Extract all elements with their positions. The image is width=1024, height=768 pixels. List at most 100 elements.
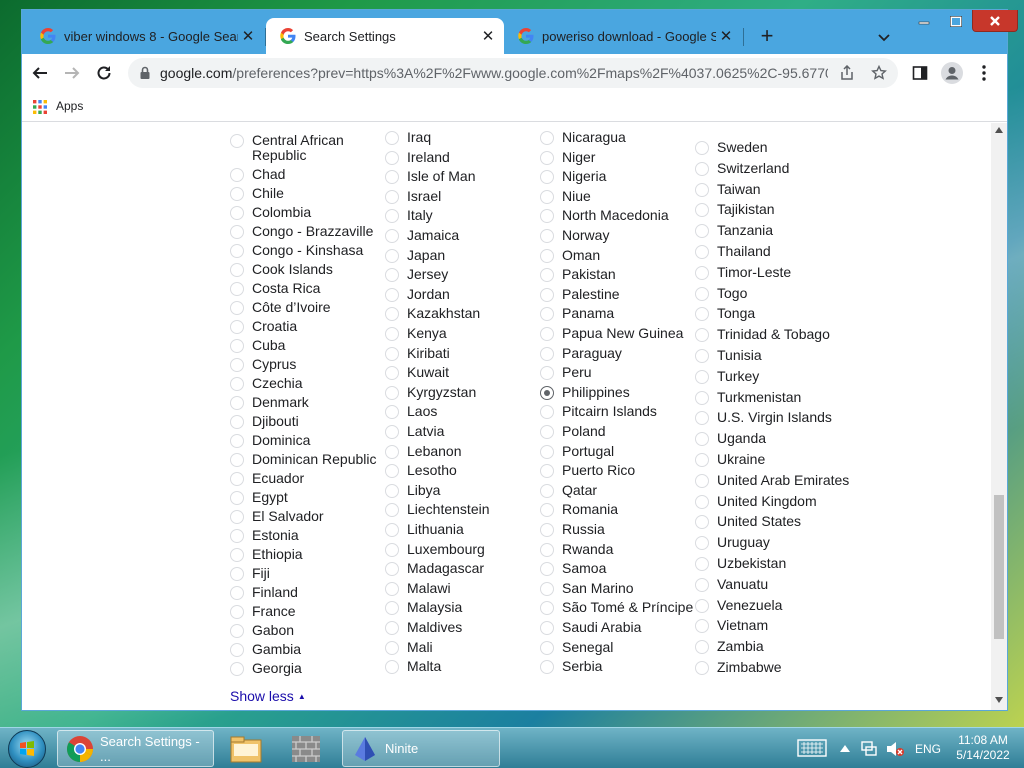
region-option[interactable]: Venezuela bbox=[695, 598, 782, 613]
region-radio[interactable] bbox=[695, 224, 709, 238]
region-radio[interactable] bbox=[540, 660, 554, 674]
region-radio[interactable] bbox=[230, 548, 244, 562]
region-radio[interactable] bbox=[540, 268, 554, 282]
scroll-up-arrow-icon[interactable] bbox=[995, 127, 1003, 133]
network-icon[interactable] bbox=[860, 740, 878, 758]
region-option[interactable]: Ethiopia bbox=[230, 547, 303, 562]
region-radio[interactable] bbox=[540, 543, 554, 557]
region-radio[interactable] bbox=[695, 307, 709, 321]
region-radio[interactable] bbox=[695, 599, 709, 613]
region-option[interactable]: Russia bbox=[540, 522, 605, 537]
forward-button[interactable] bbox=[58, 59, 86, 87]
region-option[interactable]: Uruguay bbox=[695, 535, 770, 550]
region-radio[interactable] bbox=[230, 339, 244, 353]
region-radio[interactable] bbox=[540, 484, 554, 498]
region-radio[interactable] bbox=[385, 503, 399, 517]
region-radio[interactable] bbox=[385, 641, 399, 655]
region-option[interactable]: Jersey bbox=[385, 267, 448, 282]
region-radio[interactable] bbox=[540, 523, 554, 537]
region-option[interactable]: Senegal bbox=[540, 640, 613, 655]
region-option[interactable]: Lesotho bbox=[385, 463, 457, 478]
region-option[interactable]: Malawi bbox=[385, 581, 451, 596]
region-option[interactable]: Panama bbox=[540, 306, 614, 321]
region-option[interactable]: Ireland bbox=[385, 150, 450, 165]
region-radio[interactable] bbox=[540, 562, 554, 576]
language-indicator[interactable]: ENG bbox=[915, 728, 941, 768]
region-option[interactable]: Puerto Rico bbox=[540, 463, 635, 478]
region-option[interactable]: Croatia bbox=[230, 319, 297, 334]
region-radio[interactable] bbox=[385, 249, 399, 263]
region-option[interactable]: Zambia bbox=[695, 639, 764, 654]
bookmark-star-button[interactable] bbox=[868, 63, 890, 83]
region-radio[interactable] bbox=[695, 183, 709, 197]
region-radio[interactable] bbox=[385, 425, 399, 439]
region-option[interactable]: Lithuania bbox=[385, 522, 464, 537]
region-option[interactable]: Zimbabwe bbox=[695, 660, 782, 675]
region-option[interactable]: Liechtenstein bbox=[385, 502, 490, 517]
firewall-icon[interactable] bbox=[286, 732, 326, 766]
region-radio[interactable] bbox=[540, 229, 554, 243]
region-option[interactable]: Tonga bbox=[695, 306, 755, 321]
region-radio[interactable] bbox=[540, 249, 554, 263]
region-radio[interactable] bbox=[385, 347, 399, 361]
region-radio[interactable] bbox=[230, 263, 244, 277]
region-radio[interactable] bbox=[540, 131, 554, 145]
region-radio[interactable] bbox=[385, 366, 399, 380]
scroll-thumb[interactable] bbox=[994, 495, 1004, 639]
region-radio[interactable] bbox=[230, 301, 244, 315]
region-option[interactable]: Dominica bbox=[230, 433, 310, 448]
region-radio[interactable] bbox=[695, 619, 709, 633]
region-radio[interactable] bbox=[695, 432, 709, 446]
region-radio[interactable] bbox=[385, 327, 399, 341]
region-option[interactable]: Gabon bbox=[230, 623, 294, 638]
region-radio[interactable] bbox=[230, 415, 244, 429]
region-option[interactable]: Central African Republic bbox=[230, 133, 362, 163]
region-radio[interactable] bbox=[695, 453, 709, 467]
region-option[interactable]: Cook Islands bbox=[230, 262, 333, 277]
taskbar-ninite-button[interactable]: Ninite bbox=[342, 730, 500, 767]
region-option[interactable]: Isle of Man bbox=[385, 169, 475, 184]
region-option[interactable]: Costa Rica bbox=[230, 281, 320, 296]
region-option[interactable]: Tunisia bbox=[695, 348, 762, 363]
region-option[interactable]: Laos bbox=[385, 404, 437, 419]
region-option[interactable]: Israel bbox=[385, 189, 441, 204]
region-option[interactable]: Niue bbox=[540, 189, 591, 204]
region-option[interactable]: Tajikistan bbox=[695, 202, 775, 217]
region-option[interactable]: Kazakhstan bbox=[385, 306, 480, 321]
region-option[interactable]: Finland bbox=[230, 585, 298, 600]
close-window-button[interactable] bbox=[972, 10, 1018, 32]
region-radio[interactable] bbox=[695, 578, 709, 592]
region-option[interactable]: Japan bbox=[385, 248, 445, 263]
region-radio[interactable] bbox=[540, 307, 554, 321]
region-radio[interactable] bbox=[695, 162, 709, 176]
region-radio[interactable] bbox=[385, 131, 399, 145]
region-option[interactable]: Malaysia bbox=[385, 600, 462, 615]
region-option[interactable]: Serbia bbox=[540, 659, 602, 674]
region-radio[interactable] bbox=[695, 515, 709, 529]
region-option[interactable]: Qatar bbox=[540, 483, 597, 498]
region-radio[interactable] bbox=[230, 472, 244, 486]
region-option[interactable]: Kyrgyzstan bbox=[385, 385, 476, 400]
region-radio[interactable] bbox=[230, 396, 244, 410]
region-radio[interactable] bbox=[695, 495, 709, 509]
file-explorer-icon[interactable] bbox=[226, 732, 266, 766]
region-radio[interactable] bbox=[230, 244, 244, 258]
region-option[interactable]: Ukraine bbox=[695, 452, 765, 467]
region-radio[interactable] bbox=[385, 484, 399, 498]
region-option[interactable]: Vietnam bbox=[695, 618, 768, 633]
region-radio[interactable] bbox=[230, 586, 244, 600]
region-radio[interactable] bbox=[385, 229, 399, 243]
region-option[interactable]: Trinidad & Tobago bbox=[695, 327, 830, 342]
region-option[interactable]: Chad bbox=[230, 167, 285, 182]
region-option[interactable]: Kuwait bbox=[385, 365, 449, 380]
region-radio[interactable] bbox=[695, 266, 709, 280]
taskbar-chrome-button[interactable]: Search Settings - ... bbox=[57, 730, 214, 767]
region-radio[interactable] bbox=[385, 543, 399, 557]
region-radio[interactable] bbox=[385, 190, 399, 204]
region-radio[interactable] bbox=[540, 425, 554, 439]
region-radio[interactable] bbox=[540, 601, 554, 615]
region-radio[interactable] bbox=[230, 377, 244, 391]
region-radio[interactable] bbox=[230, 434, 244, 448]
region-option[interactable]: Peru bbox=[540, 365, 592, 380]
region-radio[interactable] bbox=[540, 170, 554, 184]
